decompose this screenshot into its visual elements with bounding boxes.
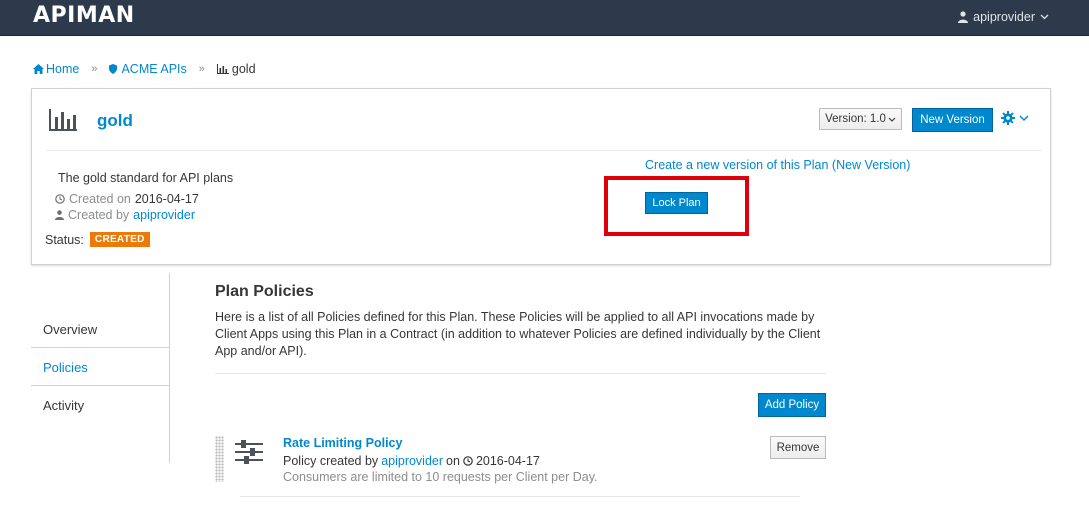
created-on-label: Created on (69, 192, 131, 206)
policy-author-link[interactable]: apiprovider (381, 454, 443, 468)
plan-summary-card: gold Version: 1.0 New Version The gold s… (31, 88, 1051, 265)
sidenav-divider (169, 273, 170, 463)
settings-dropdown[interactable] (1001, 111, 1029, 125)
sliders-icon (235, 440, 263, 464)
add-policy-button[interactable]: Add Policy (758, 393, 826, 417)
clock-icon (55, 194, 65, 204)
remove-policy-button[interactable]: Remove (770, 436, 826, 459)
created-by-label: Created by (68, 208, 130, 222)
policy-name-link[interactable]: Rate Limiting Policy (283, 436, 402, 450)
plan-name[interactable]: gold (97, 111, 133, 131)
policy-meta: Policy created by apiprovider on 2016-04… (283, 454, 540, 468)
policy-divider (240, 496, 800, 497)
user-menu[interactable]: apiprovider (958, 10, 1049, 24)
breadcrumb-current: gold (231, 62, 256, 76)
chevron-down-icon (1040, 14, 1049, 20)
top-navbar: APIMAN apiprovider (0, 0, 1089, 36)
user-name: apiprovider (973, 10, 1035, 24)
lock-plan-button[interactable]: Lock Plan (645, 192, 708, 214)
policy-list-item: Rate Limiting Policy Policy created by a… (215, 430, 826, 496)
home-icon (33, 64, 44, 74)
breadcrumb-org-link[interactable]: ACME APIs (121, 62, 186, 76)
user-icon (958, 11, 969, 23)
status-badge: CREATED (89, 232, 150, 247)
created-by-link[interactable]: apiprovider (133, 208, 195, 222)
plan-description: The gold standard for API plans (58, 171, 234, 185)
shield-icon (109, 64, 118, 74)
status-label: Status: (45, 232, 84, 247)
version-dropdown[interactable]: Version: 1.0 (819, 108, 902, 130)
bar-chart-icon (216, 64, 229, 74)
created-on-line: Created on 2016-04-17 (55, 192, 199, 206)
plan-policies-section: Plan Policies Here is a list of all Poli… (215, 283, 826, 358)
new-version-button[interactable]: New Version (912, 108, 993, 132)
nav-item-activity[interactable]: Activity (31, 387, 169, 423)
gear-icon (1001, 111, 1015, 125)
created-by-line: Created by apiprovider (55, 208, 195, 222)
section-divider (215, 373, 826, 374)
chevron-down-icon (1019, 115, 1029, 121)
nav-item-policies[interactable]: Policies (31, 350, 169, 386)
policy-on-label: on (446, 454, 460, 468)
user-icon (55, 210, 64, 220)
policy-description: Consumers are limited to 10 requests per… (283, 470, 598, 484)
breadcrumb-separator: » (91, 63, 98, 75)
chevron-down-icon (888, 117, 896, 122)
side-navigation: Overview Policies Activity (31, 273, 171, 463)
policy-date: 2016-04-17 (475, 454, 540, 468)
nav-item-overview[interactable]: Overview (31, 312, 169, 348)
plan-card-header: gold Version: 1.0 New Version (46, 89, 1042, 151)
policy-created-by-prefix: Policy created by (283, 454, 379, 468)
clock-icon (463, 456, 473, 466)
version-label: Version: 1.0 (825, 113, 886, 125)
created-on-value: 2016-04-17 (134, 192, 199, 206)
breadcrumb-home-link[interactable]: Home (46, 62, 79, 76)
drag-handle[interactable] (215, 436, 224, 482)
status-line: Status: CREATED (45, 232, 150, 247)
bar-chart-icon (49, 109, 77, 131)
create-new-version-link[interactable]: Create a new version of this Plan (New V… (645, 158, 910, 172)
section-title: Plan Policies (215, 283, 314, 300)
breadcrumb: Home » ACME APIs » gold (33, 62, 256, 76)
apiman-logo[interactable]: APIMAN (33, 3, 135, 28)
breadcrumb-separator: » (198, 63, 205, 75)
section-intro: Here is a list of all Policies defined f… (215, 310, 821, 358)
